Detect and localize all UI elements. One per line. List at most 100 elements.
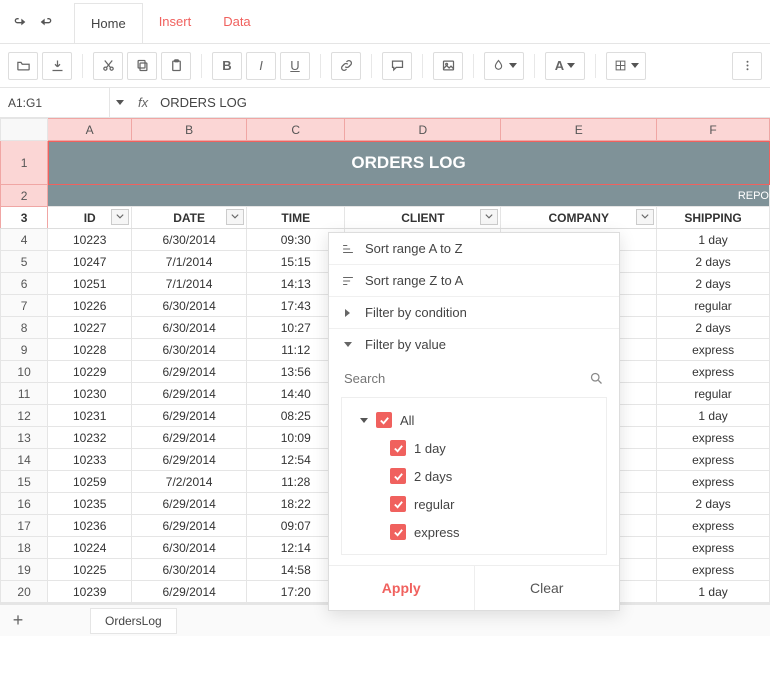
- cell-shipping[interactable]: 1 day: [657, 405, 770, 427]
- checkbox[interactable]: [390, 496, 406, 512]
- filter-search-input[interactable]: [344, 371, 589, 386]
- cell-id[interactable]: 10247: [48, 251, 132, 273]
- checkbox[interactable]: [390, 524, 406, 540]
- cell-date[interactable]: 6/29/2014: [132, 405, 247, 427]
- row-header[interactable]: 9: [1, 339, 48, 361]
- cell-shipping[interactable]: express: [657, 471, 770, 493]
- header-company[interactable]: COMPANY: [501, 207, 657, 229]
- cell-shipping[interactable]: regular: [657, 295, 770, 317]
- cell-date[interactable]: 6/29/2014: [132, 361, 247, 383]
- cell-shipping[interactable]: 2 days: [657, 493, 770, 515]
- cell-shipping[interactable]: regular: [657, 383, 770, 405]
- checkbox-all[interactable]: [376, 412, 392, 428]
- row-header[interactable]: 17: [1, 515, 48, 537]
- cell-shipping[interactable]: 1 day: [657, 229, 770, 251]
- sheet-tab[interactable]: OrdersLog: [90, 608, 177, 634]
- cell-date[interactable]: 7/1/2014: [132, 251, 247, 273]
- cell-id[interactable]: 10229: [48, 361, 132, 383]
- cell-date[interactable]: 6/30/2014: [132, 537, 247, 559]
- checkbox[interactable]: [390, 440, 406, 456]
- cell-date[interactable]: 6/29/2014: [132, 493, 247, 515]
- cell-id[interactable]: 10230: [48, 383, 132, 405]
- filter-button-date[interactable]: [226, 209, 244, 225]
- header-id[interactable]: ID: [48, 207, 132, 229]
- underline-button[interactable]: U: [280, 52, 310, 80]
- checkbox[interactable]: [390, 468, 406, 484]
- cell-id[interactable]: 10251: [48, 273, 132, 295]
- formula-input[interactable]: ORDERS LOG: [156, 95, 770, 110]
- apply-button[interactable]: Apply: [329, 566, 475, 610]
- cell-shipping[interactable]: express: [657, 559, 770, 581]
- filter-value-item[interactable]: 2 days: [342, 462, 606, 490]
- copy-button[interactable]: [127, 52, 157, 80]
- name-box-dropdown[interactable]: [110, 88, 130, 117]
- cell-shipping[interactable]: express: [657, 449, 770, 471]
- add-sheet-button[interactable]: +: [6, 609, 30, 633]
- filter-value-item[interactable]: express: [342, 518, 606, 546]
- cell-id[interactable]: 10224: [48, 537, 132, 559]
- link-button[interactable]: [331, 52, 361, 80]
- cell-id[interactable]: 10233: [48, 449, 132, 471]
- cell-reference-box[interactable]: A1:G1: [0, 88, 110, 117]
- fill-color-button[interactable]: [484, 52, 524, 80]
- cell-id[interactable]: 10225: [48, 559, 132, 581]
- header-date[interactable]: DATE: [132, 207, 247, 229]
- cell-date[interactable]: 6/29/2014: [132, 427, 247, 449]
- cell-shipping[interactable]: express: [657, 427, 770, 449]
- open-file-button[interactable]: [8, 52, 38, 80]
- cell-shipping[interactable]: express: [657, 537, 770, 559]
- row-header[interactable]: 19: [1, 559, 48, 581]
- clear-button[interactable]: Clear: [475, 566, 620, 610]
- title-cell[interactable]: ORDERS LOG: [48, 141, 770, 185]
- cell-date[interactable]: 6/30/2014: [132, 295, 247, 317]
- row-header[interactable]: 7: [1, 295, 48, 317]
- cell-date[interactable]: 6/29/2014: [132, 383, 247, 405]
- more-button[interactable]: [732, 52, 762, 80]
- row-header-3[interactable]: 3: [1, 207, 48, 229]
- filter-value-item[interactable]: 1 day: [342, 434, 606, 462]
- row-header[interactable]: 10: [1, 361, 48, 383]
- row-header[interactable]: 11: [1, 383, 48, 405]
- row-header[interactable]: 15: [1, 471, 48, 493]
- cell-id[interactable]: 10236: [48, 515, 132, 537]
- row-header[interactable]: 14: [1, 449, 48, 471]
- cell-date[interactable]: 6/30/2014: [132, 559, 247, 581]
- cell-id[interactable]: 10228: [48, 339, 132, 361]
- row-header-1[interactable]: 1: [1, 141, 48, 185]
- col-header-d[interactable]: D: [345, 119, 501, 141]
- cell-shipping[interactable]: 2 days: [657, 251, 770, 273]
- paste-button[interactable]: [161, 52, 191, 80]
- cell-date[interactable]: 6/30/2014: [132, 229, 247, 251]
- filter-value-all[interactable]: All: [342, 406, 606, 434]
- cell-shipping[interactable]: 2 days: [657, 317, 770, 339]
- header-client[interactable]: CLIENT: [345, 207, 501, 229]
- col-header-b[interactable]: B: [132, 119, 247, 141]
- filter-by-value[interactable]: Filter by value: [329, 329, 619, 360]
- row-header[interactable]: 4: [1, 229, 48, 251]
- comment-button[interactable]: [382, 52, 412, 80]
- tab-home[interactable]: Home: [74, 3, 143, 43]
- cell-date[interactable]: 7/2/2014: [132, 471, 247, 493]
- col-header-e[interactable]: E: [501, 119, 657, 141]
- cell-date[interactable]: 7/1/2014: [132, 273, 247, 295]
- cell-shipping[interactable]: express: [657, 361, 770, 383]
- text-color-button[interactable]: A: [545, 52, 585, 80]
- filter-value-item[interactable]: regular: [342, 490, 606, 518]
- cell-id[interactable]: 10227: [48, 317, 132, 339]
- cell-id[interactable]: 10226: [48, 295, 132, 317]
- cell-id[interactable]: 10232: [48, 427, 132, 449]
- row-header[interactable]: 6: [1, 273, 48, 295]
- subtitle-cell[interactable]: REPO: [48, 185, 770, 207]
- select-all-corner[interactable]: [1, 119, 48, 141]
- cell-date[interactable]: 6/30/2014: [132, 317, 247, 339]
- cell-shipping[interactable]: express: [657, 515, 770, 537]
- filter-button-id[interactable]: [111, 209, 129, 225]
- row-header[interactable]: 20: [1, 581, 48, 603]
- filter-button-client[interactable]: [480, 209, 498, 225]
- sort-az[interactable]: Sort range A to Z: [329, 233, 619, 265]
- image-button[interactable]: [433, 52, 463, 80]
- filter-by-condition[interactable]: Filter by condition: [329, 297, 619, 329]
- row-header-2[interactable]: 2: [1, 185, 48, 207]
- col-header-c[interactable]: C: [247, 119, 345, 141]
- bold-button[interactable]: B: [212, 52, 242, 80]
